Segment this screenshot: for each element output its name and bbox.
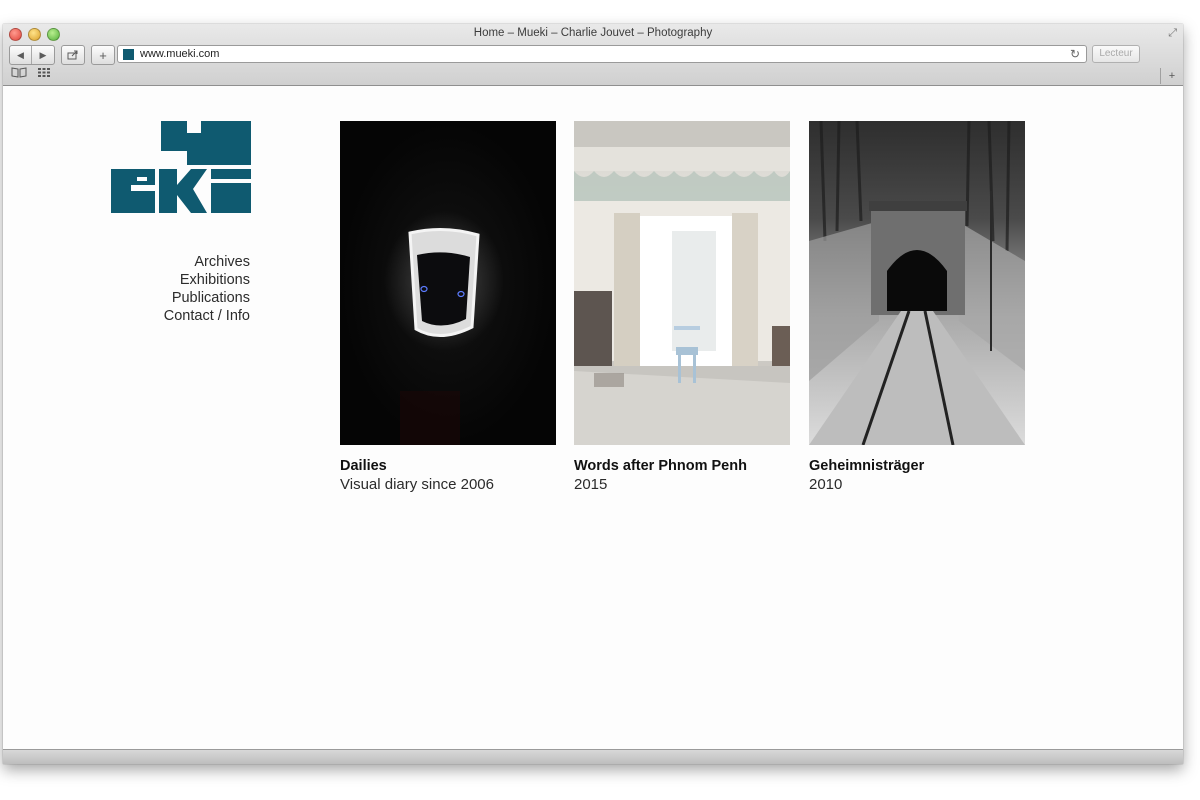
- fullscreen-icon[interactable]: ⤢: [1168, 27, 1177, 40]
- project-card-geheimnistraeger[interactable]: Geheimnisträger 2010: [809, 121, 1025, 493]
- nav-link-publications[interactable]: Publications: [103, 289, 250, 307]
- project-subtitle: 2010: [809, 476, 843, 493]
- toolbar: ◀ ▶ + www.mueki.com ↻ Lecteur: [3, 44, 1183, 66]
- share-icon: [62, 46, 84, 64]
- project-title[interactable]: Words after Phnom Penh: [574, 458, 790, 474]
- project-thumbnail[interactable]: [809, 121, 1025, 445]
- mueki-logo[interactable]: [111, 121, 251, 213]
- book-icon[interactable]: [11, 67, 27, 81]
- reader-button[interactable]: Lecteur: [1092, 45, 1140, 63]
- address-bar[interactable]: www.mueki.com ↻: [117, 45, 1087, 63]
- bookmarks-bar: [3, 67, 1183, 84]
- forward-arrow-icon[interactable]: ▶: [32, 46, 54, 64]
- nav-link-exhibitions[interactable]: Exhibitions: [103, 271, 250, 289]
- dailies-photo: [384, 211, 504, 445]
- web-page: Archives Exhibitions Publications Contac…: [3, 86, 1183, 750]
- window-title: Home – Mueki – Charlie Jouvet – Photogra…: [473, 27, 713, 39]
- project-subtitle: Visual diary since 2006: [340, 476, 494, 493]
- browser-chrome: Home – Mueki – Charlie Jouvet – Photogra…: [3, 24, 1183, 86]
- phnom-penh-photo: [574, 121, 790, 445]
- back-arrow-icon[interactable]: ◀: [10, 46, 32, 64]
- site-favicon: [123, 49, 134, 60]
- project-title[interactable]: Geheimnisträger: [809, 458, 1025, 474]
- reload-icon[interactable]: ↻: [1070, 47, 1080, 61]
- share-button[interactable]: [61, 45, 85, 65]
- nav-link-archives[interactable]: Archives: [103, 253, 250, 271]
- plus-icon: +: [99, 47, 107, 63]
- main-nav: Archives Exhibitions Publications Contac…: [103, 253, 250, 325]
- add-bookmark-button[interactable]: +: [91, 45, 115, 65]
- history-buttons: ◀ ▶: [9, 45, 55, 65]
- status-bar: [3, 749, 1183, 764]
- nav-link-contact-info[interactable]: Contact / Info: [103, 307, 250, 325]
- grid-icon[interactable]: [37, 67, 51, 81]
- project-card-dailies[interactable]: Dailies Visual diary since 2006: [340, 121, 556, 493]
- project-title[interactable]: Dailies: [340, 458, 556, 474]
- project-subtitle: 2015: [574, 476, 608, 493]
- browser-window: Home – Mueki – Charlie Jouvet – Photogra…: [3, 24, 1183, 764]
- project-thumbnail[interactable]: [340, 121, 556, 445]
- tunnel-photo: [809, 121, 1025, 445]
- project-card-words-after-phnom-penh[interactable]: Words after Phnom Penh 2015: [574, 121, 790, 493]
- url-text: www.mueki.com: [140, 48, 220, 60]
- project-thumbnail[interactable]: [574, 121, 790, 445]
- new-tab-button[interactable]: +: [1160, 68, 1183, 84]
